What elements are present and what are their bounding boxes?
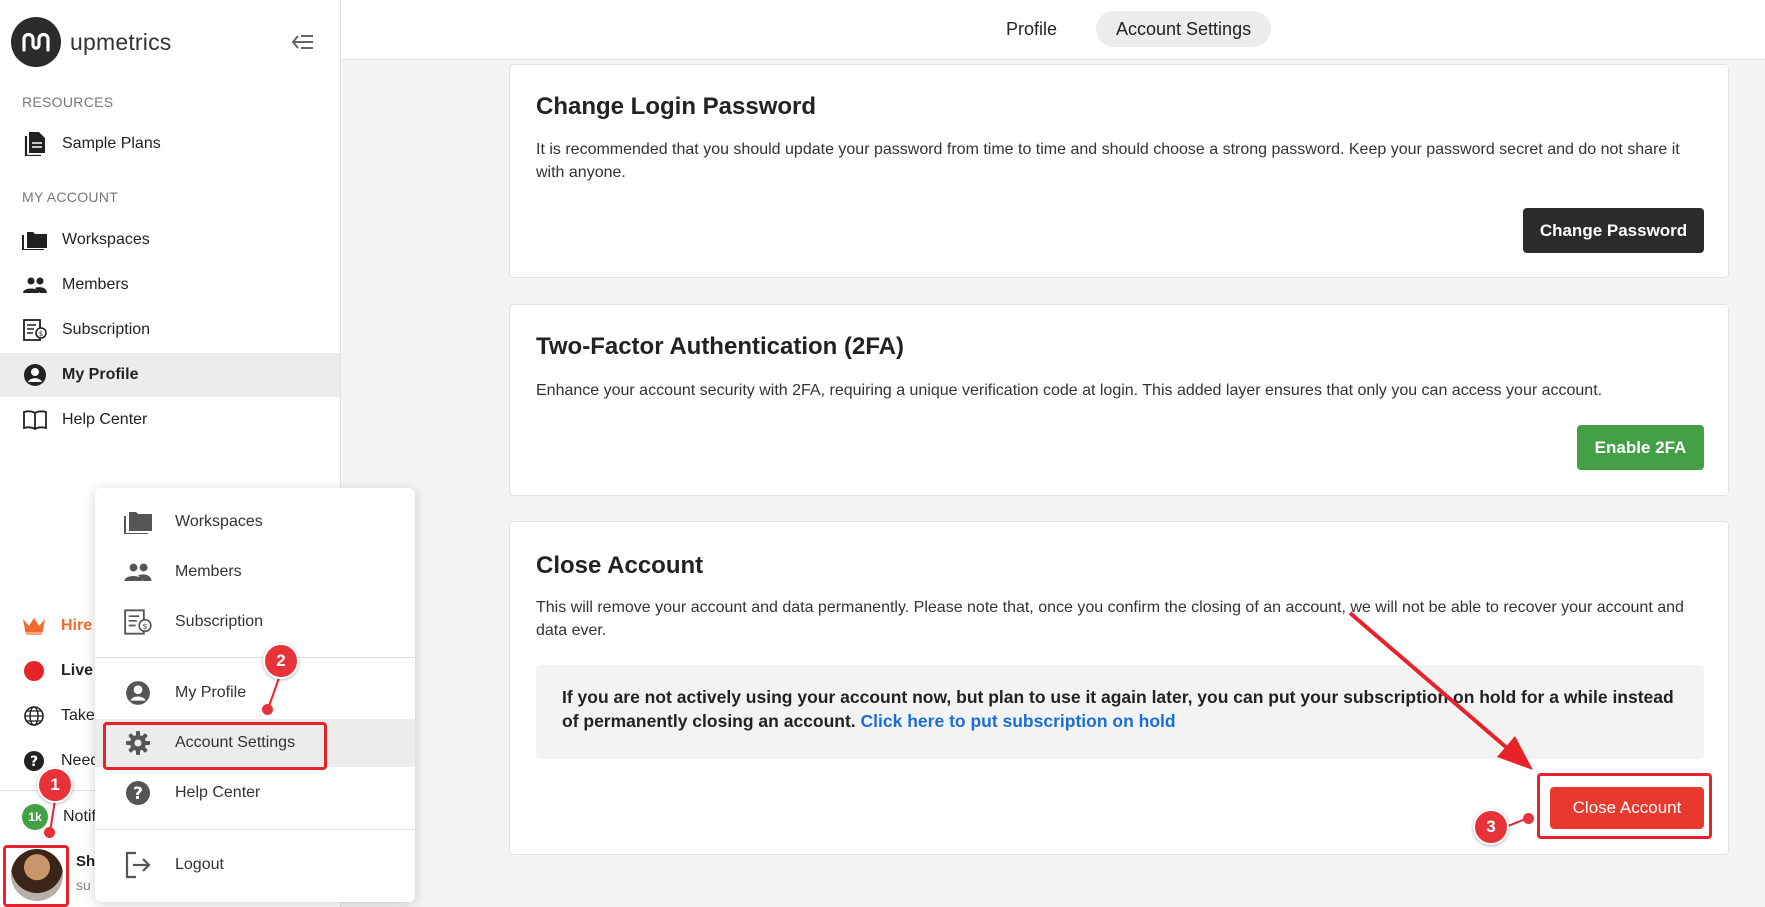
sidebar-item-label: Members [62,276,129,293]
my-account-section-label: MY ACCOUNT [22,189,119,205]
annotation-dot-1 [44,827,55,838]
change-password-card: Change Login Password It is recommended … [509,64,1729,278]
resources-section-label: RESOURCES [22,94,114,110]
folder-icon [123,507,153,537]
notification-badge-icon: 1k [22,804,48,830]
sidebar-item-label: Need [61,752,100,769]
enable-2fa-button[interactable]: Enable 2FA [1577,425,1704,470]
menu-item-logout[interactable]: Logout [95,841,415,889]
step-badge-3: 3 [1473,809,1509,845]
logout-icon [123,850,153,880]
sidebar-item-workspaces[interactable]: Workspaces [0,218,340,262]
menu-item-label: Members [175,563,242,580]
change-password-button[interactable]: Change Password [1523,208,1704,253]
people-icon [123,557,153,587]
put-subscription-on-hold-link[interactable]: Click here to put subscription on hold [861,711,1176,731]
menu-item-members[interactable]: Members [95,548,415,596]
sidebar-item-help-center[interactable]: Help Center [0,398,340,442]
menu-item-label: Help Center [175,784,261,801]
sidebar-item-subscription[interactable]: $ Subscription [0,308,340,352]
subscription-icon: $ [22,317,48,343]
sidebar-item-label: Live [61,662,94,679]
card-description: It is recommended that you should update… [536,141,1680,181]
book-icon [22,407,48,433]
menu-item-help-center[interactable]: ? Help Center [95,769,415,817]
brand-name: upmetrics [70,28,172,55]
user-name: Sh [76,853,96,870]
menu-item-label: My Profile [175,684,247,701]
sidebar-item-sample-plans[interactable]: Sample Plans [0,122,340,166]
sidebar-item-label: My Profile [62,366,139,383]
sidebar-item-my-profile[interactable]: My Profile [0,353,340,397]
collapse-sidebar-icon[interactable] [291,33,314,51]
brand[interactable]: upmetrics [11,17,172,67]
sidebar-item-label: Help Center [62,411,148,428]
card-title: Close Account [536,552,704,579]
annotation-dot-2 [262,704,273,715]
folder-icon [22,227,48,253]
people-icon [22,272,48,298]
step-badge-2: 2 [263,643,299,679]
menu-item-workspaces[interactable]: Workspaces [95,498,415,546]
tab-account-settings[interactable]: Account Settings [1096,11,1272,47]
subscription-hold-info: If you are not actively using your accou… [536,665,1704,759]
document-icon [22,131,48,157]
crown-icon [22,614,46,638]
upmetrics-logo-icon [11,17,61,67]
subscription-icon: $ [123,607,153,637]
svg-text:$: $ [39,330,43,338]
menu-item-label: Subscription [175,613,264,630]
highlight-avatar [3,845,69,907]
person-circle-icon [123,678,153,708]
card-description: This will remove your account and data p… [536,599,1684,639]
highlight-close-account [1537,773,1712,839]
menu-divider [95,829,415,830]
top-tab-bar: Profile Account Settings [341,0,1765,60]
sidebar-item-label: Notifi [63,808,100,825]
menu-item-subscription[interactable]: $ Subscription [95,598,415,646]
two-factor-card: Two-Factor Authentication (2FA) Enhance … [509,304,1729,496]
svg-text:?: ? [30,754,38,770]
svg-text:$: $ [142,621,147,631]
menu-divider [95,657,415,658]
person-circle-icon [22,362,48,388]
menu-item-label: Logout [175,856,224,873]
sidebar-item-label: Workspaces [62,231,150,248]
record-icon [22,659,46,683]
card-title: Two-Factor Authentication (2FA) [536,333,904,360]
card-description: Enhance your account security with 2FA, … [536,382,1603,399]
step-badge-1: 1 [37,767,73,803]
sidebar-item-label: Subscription [62,321,151,338]
tab-profile[interactable]: Profile [986,11,1077,47]
sidebar-item-label: Take [61,707,95,724]
question-icon: ? [123,778,153,808]
question-icon: ? [22,749,46,773]
annotation-dot-3 [1523,813,1534,824]
sidebar-item-members[interactable]: Members [0,263,340,307]
menu-item-my-profile[interactable]: My Profile [95,669,415,717]
highlight-account-settings [103,722,327,770]
svg-text:?: ? [133,784,143,804]
card-title: Change Login Password [536,93,817,120]
sidebar-item-label: Hire [61,617,93,634]
user-subtitle: su [76,877,91,893]
globe-icon [22,704,46,728]
menu-item-label: Workspaces [175,513,263,530]
sidebar-item-label: Sample Plans [62,135,161,152]
account-dropdown-menu: Workspaces Members $ Subscription My Pro… [95,488,415,902]
